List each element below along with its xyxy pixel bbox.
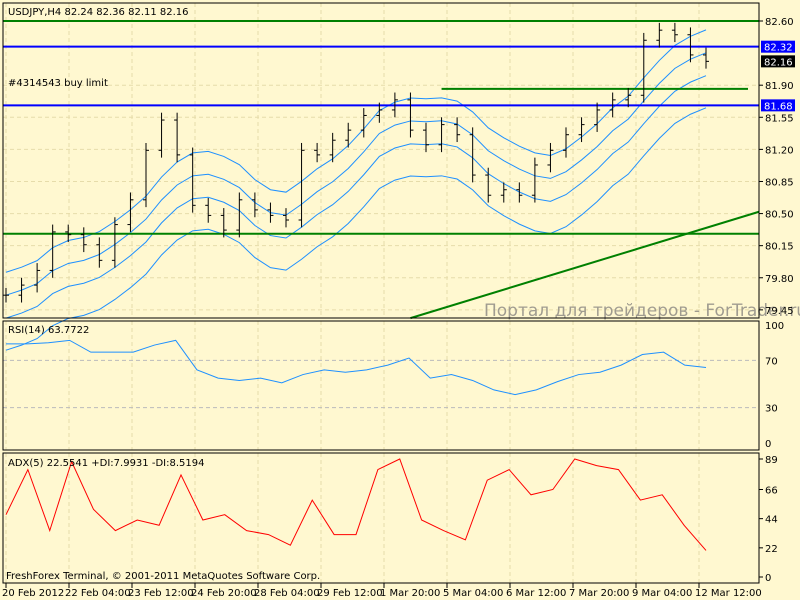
adx-tick-label: 89	[765, 455, 778, 466]
price-tag-label: 81.68	[764, 101, 793, 112]
indicator-lines	[5, 339, 707, 551]
rsi-tick-label: 0	[765, 439, 771, 450]
y-tick-label: 80.85	[765, 177, 794, 188]
y-tick-label: 81.20	[765, 145, 794, 156]
y-tick-label: 79.80	[765, 274, 794, 285]
price-tag-label: 82.32	[764, 43, 793, 54]
price-tag-label: 82.16	[764, 57, 793, 68]
x-tick-label: 5 Mar 04:00	[443, 588, 503, 599]
x-tick-label: 29 Feb 12:00	[317, 588, 383, 599]
y-tick-label: 80.50	[765, 210, 794, 221]
y-tick-label: 81.90	[765, 81, 794, 92]
x-tick-label: 12 Mar 12:00	[695, 588, 762, 599]
y-tick-label: 80.15	[765, 242, 794, 253]
adx-tick-label: 22	[765, 544, 778, 555]
main-panel	[2, 2, 760, 319]
footer-copyright: FreshForex Terminal, © 2001-2011 MetaQuo…	[6, 571, 320, 582]
order-label[interactable]: #4314543 buy limit	[8, 78, 108, 89]
trading-chart[interactable]: Портал для трейдеров - ForTrader.ru USDJ…	[0, 0, 800, 600]
y-tick-label: 79.45	[765, 306, 794, 317]
x-tick-label: 22 Feb 04:00	[65, 588, 131, 599]
adx-tick-label: 44	[765, 515, 778, 526]
adx-title: ADX(5) 22.5541 +DI:7.9931 -DI:8.5194	[8, 458, 204, 469]
adx-panel	[2, 452, 760, 584]
y-tick-label: 82.60	[765, 17, 794, 28]
rsi-tick-label: 100	[765, 321, 784, 332]
rsi-tick-label: 70	[765, 356, 778, 367]
rsi-line	[6, 339, 707, 396]
x-tick-label: 28 Feb 04:00	[254, 588, 320, 599]
x-tick-label: 24 Feb 20:00	[191, 588, 257, 599]
x-tick-label: 9 Mar 04:00	[632, 588, 692, 599]
grid	[3, 3, 759, 583]
adx-line	[5, 458, 707, 551]
x-tick-label: 6 Mar 12:00	[506, 588, 566, 599]
rsi-panel	[2, 320, 760, 451]
adx-tick-label: 66	[765, 485, 778, 496]
upper-band	[5, 29, 707, 273]
price-bars	[3, 22, 709, 303]
x-tick-label: 7 Mar 20:00	[569, 588, 629, 599]
y-tick-label: 81.55	[765, 113, 794, 124]
symbol-header: USDJPY,H4 82.24 82.36 82.11 82.16	[8, 7, 189, 18]
adx-tick-label: 0	[765, 573, 771, 584]
x-tick-label: 1 Mar 20:00	[380, 588, 440, 599]
rsi-tick-label: 30	[765, 404, 778, 415]
lower-band	[5, 75, 707, 319]
x-tick-label: 20 Feb 2012	[2, 588, 64, 599]
rsi-title: RSI(14) 63.7722	[8, 325, 89, 336]
x-tick-label: 23 Feb 12:00	[128, 588, 194, 599]
